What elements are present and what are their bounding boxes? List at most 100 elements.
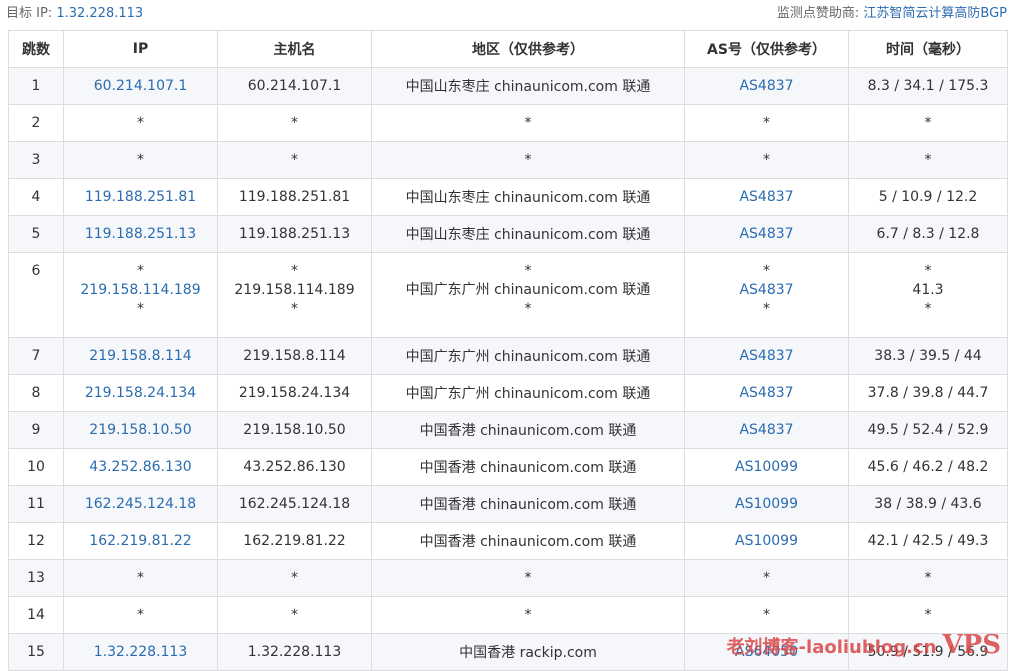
cell-ip: * <box>63 104 218 142</box>
cell-hop: 2 <box>8 104 64 142</box>
cell-hostname: 162.245.124.18 <box>217 485 372 523</box>
table-row: 11 162.245.124.18 162.245.124.18 中国香港 china… <box>8 485 1008 523</box>
cell-asn[interactable]: AS4837 <box>684 411 849 449</box>
table-header-row: 跳数 IP 主机名 地区（仅供参考） AS号（仅供参考） 时间（毫秒） <box>8 30 1008 68</box>
cell-ip[interactable]: 219.158.24.134 <box>63 374 218 412</box>
cell-hostname: * <box>217 559 372 597</box>
traceroute-table: 跳数 IP 主机名 地区（仅供参考） AS号（仅供参考） 时间（毫秒） 1 60.… <box>8 30 1008 671</box>
table-row: 14 * * * * * <box>8 596 1008 634</box>
target-label: 目标 IP: <box>6 6 53 21</box>
target-info: 目标 IP: 1.32.228.113 <box>6 0 143 28</box>
table-row: 3 * * * * * <box>8 141 1008 179</box>
cell-hostname: * <box>217 104 372 142</box>
cell-asn-line: * <box>763 301 770 317</box>
column-header-region: 地区（仅供参考） <box>371 30 685 68</box>
cell-hostname-line: * <box>291 263 298 279</box>
column-header-time: 时间（毫秒） <box>848 30 1008 68</box>
sponsor-link[interactable]: 江苏智简云计算高防BGP <box>863 6 1007 21</box>
cell-ip[interactable]: 162.245.124.18 <box>63 485 218 523</box>
watermark: 老刘博客-laoliublog.cn VPS <box>727 630 1001 660</box>
cell-asn[interactable]: AS10099 <box>684 448 849 486</box>
cell-region: 中国山东枣庄 chinaunicom.com 联通 <box>371 178 685 216</box>
table-body: 1 60.214.107.1 60.214.107.1 中国山东枣庄 chinauni… <box>8 67 1008 671</box>
cell-asn[interactable]: AS10099 <box>684 522 849 560</box>
cell-hop: 11 <box>8 485 64 523</box>
column-header-ip: IP <box>63 30 218 68</box>
cell-asn: * <box>684 104 849 142</box>
cell-hostname: 60.214.107.1 <box>217 67 372 105</box>
watermark-brand: VPS <box>942 630 1002 660</box>
cell-region: 中国广东广州 chinaunicom.com 联通 <box>371 374 685 412</box>
cell-asn: * <box>684 141 849 179</box>
cell-region-line: * <box>524 301 532 317</box>
cell-asn-line: * <box>763 263 770 279</box>
cell-ip[interactable]: 119.188.251.13 <box>63 215 218 253</box>
target-ip[interactable]: 1.32.228.113 <box>56 6 143 21</box>
cell-hop: 15 <box>8 633 64 671</box>
cell-hop: 8 <box>8 374 64 412</box>
cell-asn[interactable]: AS4837 <box>684 67 849 105</box>
cell-ip[interactable]: 162.219.81.22 <box>63 522 218 560</box>
cell-asn-line[interactable]: AS4837 <box>689 281 844 300</box>
cell-ip[interactable]: 219.158.10.50 <box>63 411 218 449</box>
table-row: 12 162.219.81.22 162.219.81.22 中国香港 chinaun… <box>8 522 1008 560</box>
cell-ip-line[interactable]: 219.158.114.189 <box>68 281 213 300</box>
cell-ip[interactable]: 60.214.107.1 <box>63 67 218 105</box>
cell-hostname: * <box>217 141 372 179</box>
cell-hostname: 1.32.228.113 <box>217 633 372 671</box>
cell-time: * <box>848 104 1008 142</box>
cell-region: 中国山东枣庄 chinaunicom.com 联通 <box>371 215 685 253</box>
cell-time-line: * <box>924 301 932 317</box>
cell-hostname: 162.219.81.22 <box>217 522 372 560</box>
column-header-hostname: 主机名 <box>217 30 372 68</box>
table-row: 4 119.188.251.81 119.188.251.81 中国山东枣庄 chin… <box>8 178 1008 216</box>
column-header-asn: AS号（仅供参考） <box>684 30 849 68</box>
cell-hop: 12 <box>8 522 64 560</box>
cell-ip-line: * <box>137 301 144 317</box>
cell-time: 5 / 10.9 / 12.2 <box>848 178 1008 216</box>
cell-time: * <box>848 559 1008 597</box>
cell-time: 49.5 / 52.4 / 52.9 <box>848 411 1008 449</box>
cell-ip[interactable]: 119.188.251.81 <box>63 178 218 216</box>
cell-ip-line: * <box>137 263 144 279</box>
cell-time: 8.3 / 34.1 / 175.3 <box>848 67 1008 105</box>
cell-hop: 3 <box>8 141 64 179</box>
cell-hop: 10 <box>8 448 64 486</box>
cell-time: 45.6 / 46.2 / 48.2 <box>848 448 1008 486</box>
cell-region: * 中国广东广州 chinaunicom.com 联通 * <box>371 252 685 338</box>
cell-time: * <box>848 141 1008 179</box>
cell-ip: * 219.158.114.189 * <box>63 252 218 338</box>
cell-region: 中国广东广州 chinaunicom.com 联通 <box>371 337 685 375</box>
table-row: 6 * 219.158.114.189 * * 219.158.114.189 * * 中国广东… <box>8 252 1008 338</box>
cell-hostname-line: * <box>291 301 298 317</box>
cell-ip[interactable]: 1.32.228.113 <box>63 633 218 671</box>
cell-asn[interactable]: AS4837 <box>684 215 849 253</box>
watermark-text: 老刘博客-laoliublog.cn <box>726 637 937 658</box>
cell-ip[interactable]: 219.158.8.114 <box>63 337 218 375</box>
cell-hostname: 119.188.251.13 <box>217 215 372 253</box>
cell-hostname: 219.158.8.114 <box>217 337 372 375</box>
table-row: 13 * * * * * <box>8 559 1008 597</box>
table-row: 8 219.158.24.134 219.158.24.134 中国广东广州 chin… <box>8 374 1008 412</box>
cell-hostname-line: 219.158.114.189 <box>234 282 355 298</box>
cell-time: * 41.3 * <box>848 252 1008 338</box>
cell-hop: 5 <box>8 215 64 253</box>
cell-region: 中国香港 chinaunicom.com 联通 <box>371 522 685 560</box>
cell-ip[interactable]: 43.252.86.130 <box>63 448 218 486</box>
cell-region: 中国山东枣庄 chinaunicom.com 联通 <box>371 67 685 105</box>
cell-hop: 9 <box>8 411 64 449</box>
cell-hostname: * <box>217 596 372 634</box>
cell-time: 42.1 / 42.5 / 49.3 <box>848 522 1008 560</box>
cell-region-line: 中国广东广州 chinaunicom.com 联通 <box>405 282 651 298</box>
cell-asn[interactable]: AS4837 <box>684 178 849 216</box>
cell-hop: 7 <box>8 337 64 375</box>
table-row: 5 119.188.251.13 119.188.251.13 中国山东枣庄 chin… <box>8 215 1008 253</box>
cell-region-line: * <box>524 263 532 279</box>
cell-asn[interactable]: AS10099 <box>684 485 849 523</box>
column-header-hop: 跳数 <box>8 30 64 68</box>
cell-region: * <box>371 141 685 179</box>
cell-asn[interactable]: AS4837 <box>684 337 849 375</box>
cell-asn[interactable]: AS4837 <box>684 374 849 412</box>
cell-hostname: 219.158.10.50 <box>217 411 372 449</box>
cell-region: * <box>371 104 685 142</box>
